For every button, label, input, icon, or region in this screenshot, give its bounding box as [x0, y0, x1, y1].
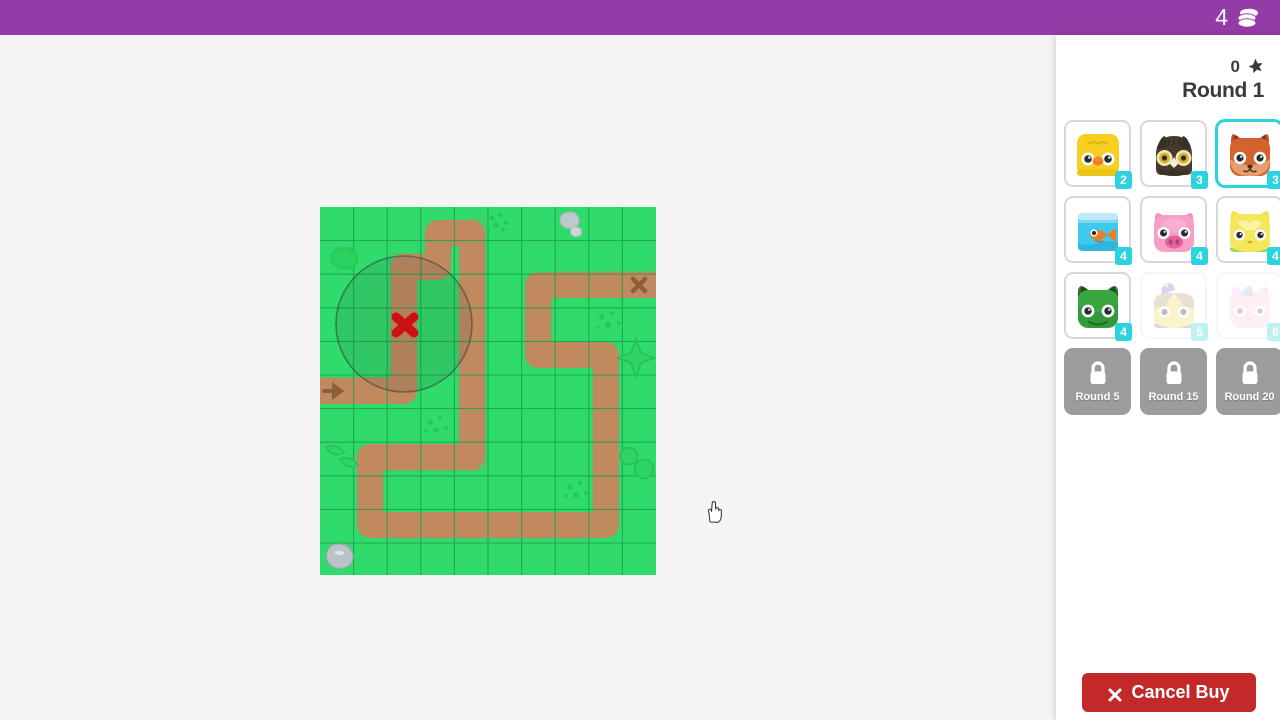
tower-cost-badge: 3 [1267, 171, 1280, 189]
coin-stack-icon [1236, 7, 1260, 29]
tower-card-owl[interactable]: 3 [1140, 120, 1208, 189]
locked-slot-round-5: Round 5 [1064, 348, 1131, 415]
lock-icon [1239, 361, 1261, 385]
tower-card-pig[interactable]: 4 [1140, 196, 1208, 265]
tower-card-unicorn[interactable]: 6 [1216, 272, 1280, 341]
game-map[interactable] [320, 207, 722, 575]
tower-cost-badge: 4 [1191, 247, 1208, 265]
tower-card-frog[interactable]: 4 [1064, 272, 1132, 341]
locked-slot-label: Round 20 [1224, 391, 1275, 403]
score-value: 0 [1230, 57, 1240, 76]
close-x-icon [1108, 686, 1122, 701]
tower-cost-badge: 4 [1115, 323, 1132, 341]
locked-slot-label: Round 5 [1075, 391, 1120, 403]
locked-slot-round-15: Round 15 [1140, 348, 1207, 415]
tower-cost-badge: 5 [1191, 323, 1208, 341]
tower-card-wizard[interactable]: 5 [1140, 272, 1208, 341]
score-display: 0 [1056, 58, 1264, 75]
shop-sidebar: 0 Round 1 2 3 3 4 4 4 4 5 6 Round 5 Roun… [1056, 35, 1280, 720]
round-title: Round 1 [1182, 79, 1264, 102]
tower-cost-badge: 6 [1267, 323, 1280, 341]
cancel-buy-label: Cancel Buy [1131, 682, 1230, 702]
tower-cost-badge: 4 [1115, 247, 1132, 265]
tower-cost-badge: 2 [1115, 171, 1132, 189]
lock-icon [1163, 361, 1185, 385]
tower-card-cat[interactable]: 4 [1216, 196, 1280, 265]
tower-card-chick[interactable]: 2 [1064, 120, 1132, 189]
tower-cost-badge: 3 [1191, 171, 1208, 189]
pointer-hand-cursor [705, 500, 723, 524]
coin-display: 4 [1215, 6, 1260, 29]
coin-count: 4 [1215, 4, 1228, 30]
game-root: 4 0 Round 1 2 3 3 4 4 4 4 5 6 Round 5 Ro… [0, 0, 1280, 720]
tower-shop-grid: 2 3 3 4 4 4 4 5 6 Round 5 Round 15 Round… [1064, 120, 1280, 415]
locked-slot-label: Round 15 [1148, 391, 1199, 403]
tower-card-fish[interactable]: 4 [1064, 196, 1132, 265]
invalid-placement-x-icon [391, 312, 419, 338]
star-icon [1247, 58, 1264, 75]
cancel-buy-button[interactable]: Cancel Buy [1082, 673, 1256, 712]
locked-slot-round-20: Round 20 [1216, 348, 1280, 415]
map-canvas[interactable] [320, 207, 656, 575]
tower-cost-badge: 4 [1267, 247, 1280, 265]
play-area[interactable] [0, 35, 1056, 720]
lock-icon [1087, 361, 1109, 385]
top-bar: 4 [0, 0, 1280, 35]
tower-card-fox[interactable]: 3 [1216, 120, 1280, 189]
